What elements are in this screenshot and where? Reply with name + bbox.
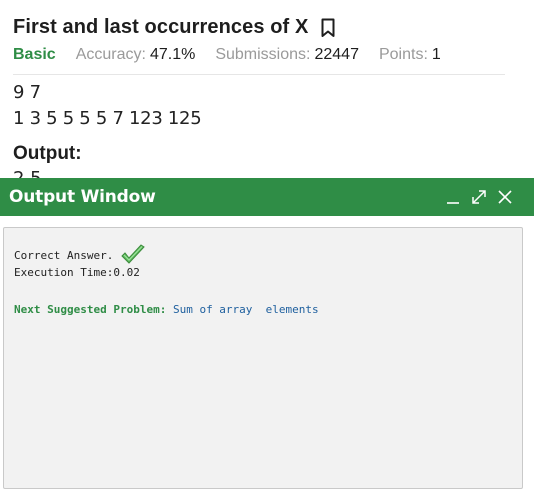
difficulty-badge: Basic xyxy=(13,46,56,63)
example-input-line-2: 1 3 5 5 5 5 7 123 125 xyxy=(13,108,202,129)
output-window-header: Output Window xyxy=(0,178,534,216)
problem-panel: First and last occurrences of X Basic Ac… xyxy=(0,0,534,180)
result-line: Correct Answer. xyxy=(14,243,147,267)
checkmark-icon xyxy=(119,243,147,267)
suggestion-line: Next Suggested Problem: Sum of array ele… xyxy=(14,303,319,316)
close-icon[interactable] xyxy=(496,188,514,206)
bookmark-icon[interactable] xyxy=(320,18,336,38)
accuracy-label: Accuracy: xyxy=(75,46,146,63)
points-value: 1 xyxy=(431,46,441,63)
execution-time: Execution Time:0.02 xyxy=(14,266,140,279)
example-input-line-1: 9 7 xyxy=(13,82,41,103)
submissions-label: Submissions: xyxy=(215,46,311,63)
accuracy-value: 47.1% xyxy=(149,46,196,63)
divider xyxy=(13,74,505,75)
points-label: Points: xyxy=(378,46,428,63)
minimize-icon[interactable] xyxy=(444,188,462,206)
expand-icon[interactable] xyxy=(470,188,488,206)
problem-title: First and last occurrences of X xyxy=(13,16,309,38)
output-window-title: Output Window xyxy=(9,187,156,207)
output-heading: Output: xyxy=(13,143,82,164)
suggested-problem-link[interactable]: Sum of array elements xyxy=(173,303,319,316)
output-console: Correct Answer. Execution Time:0.02 Next… xyxy=(3,227,523,489)
result-text: Correct Answer. xyxy=(14,248,114,262)
window-controls xyxy=(436,178,514,216)
submissions-value: 22447 xyxy=(314,46,359,63)
title-row: First and last occurrences of X xyxy=(13,16,336,39)
suggestion-label: Next Suggested Problem: xyxy=(14,303,167,316)
problem-meta: Basic Accuracy: 47.1% Submissions: 22447… xyxy=(13,46,461,64)
